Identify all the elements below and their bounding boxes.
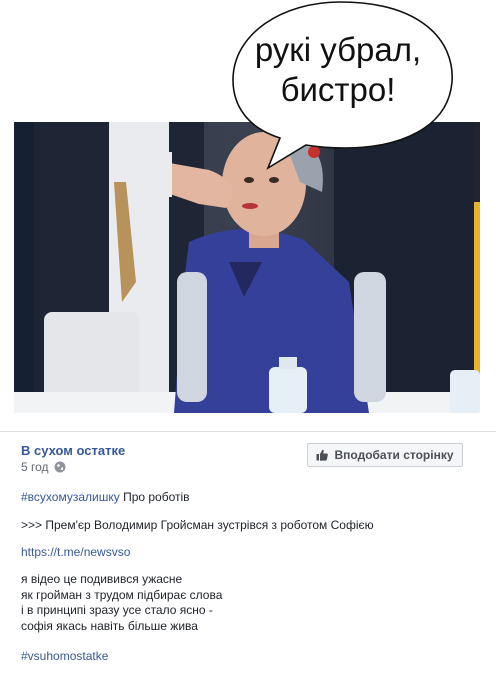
poem-line: софія якась навіть більше жива [21,618,198,633]
hashtag-link-2[interactable]: #vsuhomostatke [21,649,108,663]
telegram-link[interactable]: https://t.me/newsvso [21,545,130,559]
globe-icon [54,461,66,473]
like-page-label: Вподобати сторінку [334,448,454,462]
facebook-post: В сухом остатке 5 год Вподобати сторінку… [0,432,496,673]
post-meta: 5 год [21,460,66,474]
poem-line: як гройман з трудом підбирає слова [21,587,223,602]
bubble-line-1: рукі убрал, [254,31,422,68]
hashtag-caption: Про роботів [119,490,190,504]
post-line-2: >>> Прем'єр Володимир Гройсман зустрівся… [21,518,374,532]
post-poem: я відео це подивився ужасне як гройман з… [21,572,222,634]
poem-line: я відео це подивився ужасне [21,572,183,586]
poem-line: і в принципі зразу усе стало ясно - [21,603,213,617]
post-line-hashtag: #всухомузалишку Про роботів [21,490,190,504]
meme-image: рукі убрал, бистро! [0,0,496,430]
post-timestamp[interactable]: 5 год [21,460,49,474]
page-name-link[interactable]: В сухом остатке [21,443,125,458]
like-page-button[interactable]: Вподобати сторінку [307,443,463,467]
speech-bubble-text: рукі убрал, бистро! [238,30,438,110]
bubble-line-2: бистро! [280,71,396,108]
hashtag-link-1[interactable]: #всухомузалишку [21,490,120,504]
thumbs-up-icon [316,449,329,461]
